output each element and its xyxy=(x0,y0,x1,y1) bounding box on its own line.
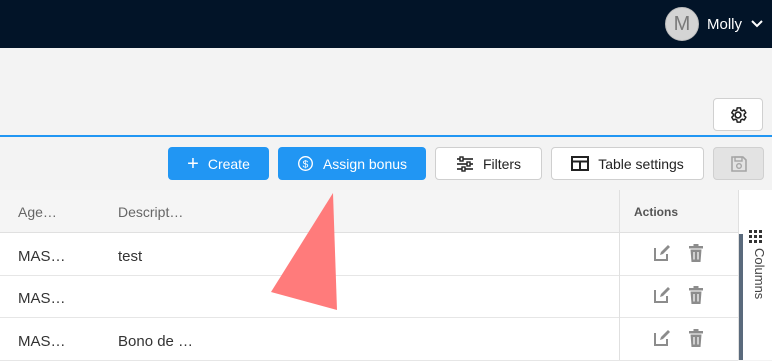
plus-icon: + xyxy=(187,152,199,175)
grid-icon xyxy=(749,230,762,243)
edit-icon[interactable] xyxy=(652,328,672,348)
table-row[interactable]: MAS… test xyxy=(0,234,738,276)
trash-icon[interactable] xyxy=(686,328,706,348)
column-header-description[interactable]: Descript… xyxy=(118,204,183,220)
data-table: Age… Descript… Actions MAS… test MAS… MA… xyxy=(0,190,738,361)
assign-bonus-button[interactable]: $ Assign bonus xyxy=(278,147,426,180)
chevron-down-icon[interactable] xyxy=(750,17,764,31)
edit-icon[interactable] xyxy=(652,243,672,263)
cell-agent: MAS… xyxy=(18,248,66,265)
avatar[interactable]: M xyxy=(664,7,699,41)
column-header-actions: Actions xyxy=(634,205,679,219)
top-bar: M Molly xyxy=(0,0,772,48)
save-button[interactable] xyxy=(713,147,764,180)
columns-side-panel[interactable]: Columns xyxy=(738,190,772,360)
sliders-icon xyxy=(456,155,473,172)
create-button[interactable]: + Create xyxy=(168,147,269,180)
table-settings-button[interactable]: Table settings xyxy=(551,147,704,180)
svg-text:$: $ xyxy=(303,159,309,170)
trash-icon[interactable] xyxy=(686,285,706,305)
save-icon xyxy=(730,155,747,172)
gear-icon xyxy=(731,106,747,123)
table-icon xyxy=(571,156,590,171)
section-divider xyxy=(0,135,772,137)
cell-agent: MAS… xyxy=(18,333,66,350)
table-row[interactable]: MAS… xyxy=(0,276,738,318)
cell-description: Bono de … xyxy=(118,333,194,350)
settings-button[interactable] xyxy=(713,98,763,131)
table-row[interactable]: MAS… Bono de … xyxy=(0,319,738,361)
cell-description: test xyxy=(118,248,143,265)
cell-agent: MAS… xyxy=(18,290,66,307)
trash-icon[interactable] xyxy=(686,243,706,263)
user-menu[interactable]: M Molly xyxy=(664,6,764,42)
side-panel-scrollbar[interactable] xyxy=(739,234,743,360)
actions-column-divider xyxy=(619,190,620,360)
table-header: Age… Descript… Actions xyxy=(0,190,738,233)
dollar-circle-icon: $ xyxy=(297,156,313,171)
column-header-agent[interactable]: Age… xyxy=(18,204,57,220)
edit-icon[interactable] xyxy=(652,285,672,305)
user-name[interactable]: Molly xyxy=(707,16,742,33)
filters-button[interactable]: Filters xyxy=(435,147,542,180)
columns-tab-label[interactable]: Columns xyxy=(747,248,767,318)
